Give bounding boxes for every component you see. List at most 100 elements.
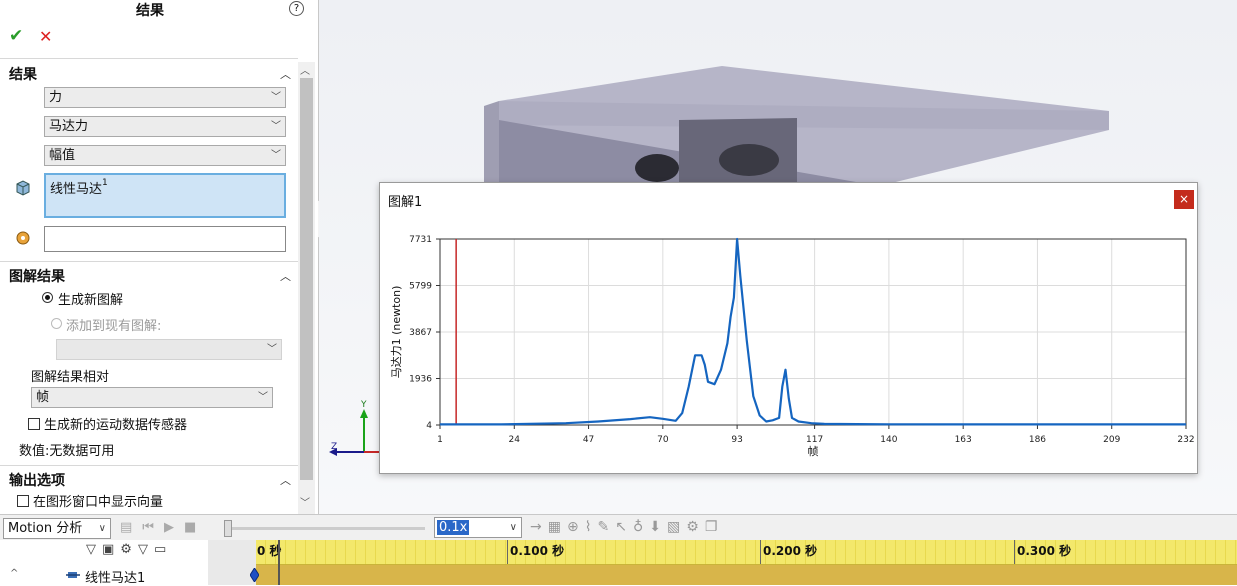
filter-icon[interactable]: ▽ xyxy=(86,542,102,557)
timeline-gutter xyxy=(208,540,256,585)
y-axis-label: 马达力1 (newton) xyxy=(390,286,403,379)
close-button[interactable]: × xyxy=(1174,190,1194,209)
autofit-icon[interactable]: ▭ xyxy=(154,542,172,557)
plot-relative-select[interactable]: 帧 ﹀ xyxy=(31,387,273,408)
expand-toggle[interactable]: ^ xyxy=(10,568,18,579)
tree-item-label[interactable]: 线性马达1 xyxy=(85,567,145,586)
component-select[interactable]: 幅值 ﹀ xyxy=(44,145,286,166)
collapse-chevron-icon[interactable]: ︿ xyxy=(280,66,291,82)
key-point-icon[interactable] xyxy=(249,567,260,583)
x-tick-label: 117 xyxy=(806,435,823,445)
study-type-value: Motion 分析 xyxy=(8,521,83,536)
timeline-area: ▽▣⚙▽▭ ^ 线性马达1 0 秒 0.100 秒 0.200 秒 0.300 … xyxy=(0,540,1237,586)
chevron-down-icon: ∨ xyxy=(98,523,106,534)
calculate-icon[interactable]: ▤ xyxy=(120,520,142,535)
x-tick-label: 93 xyxy=(731,435,742,445)
contact-icon[interactable]: ♁ xyxy=(633,519,649,535)
triad-y-label: Y xyxy=(360,400,367,410)
ok-button[interactable]: ✔ xyxy=(9,26,23,46)
radio-new-plot[interactable] xyxy=(42,292,53,303)
gravity-icon[interactable]: ⬇ xyxy=(649,519,667,535)
damper-icon[interactable]: ✎ xyxy=(598,519,616,535)
study-type-select[interactable]: Motion 分析 ∨ xyxy=(3,518,111,539)
selected-entity-item[interactable]: 线性马达 xyxy=(50,182,102,197)
panel-title: 结果 xyxy=(136,3,164,19)
playback-controls[interactable]: ▤⏮▶■ xyxy=(120,520,206,535)
plot-window[interactable]: 图解1 × 1 24 47 70 93 117 140 163 186 209 232 4 1936 38… xyxy=(379,182,1198,474)
x-tick-label: 209 xyxy=(1103,435,1120,445)
chevron-down-icon: ﹀ xyxy=(271,92,281,103)
selected-entity-listbox[interactable]: 线性马达1 xyxy=(44,173,286,218)
force-icon[interactable]: ↖ xyxy=(615,519,633,535)
save-animation-icon[interactable]: ▦ xyxy=(548,519,567,535)
model-hinge xyxy=(635,154,679,182)
selected-entity-suffix: 1 xyxy=(102,178,108,188)
chevron-down-icon: ﹀ xyxy=(271,150,281,161)
stop-icon[interactable]: ■ xyxy=(184,520,206,535)
filter-selected-icon[interactable]: ▽ xyxy=(138,542,154,557)
timeline-ruler[interactable]: 0 秒 0.100 秒 0.200 秒 0.300 秒 xyxy=(256,540,1237,565)
collapse-chevron-icon[interactable]: ︿ xyxy=(280,268,291,284)
motor-icon[interactable]: ⊕ xyxy=(567,519,585,535)
existing-plot-select: ﹀ xyxy=(56,339,282,360)
sensor-checkbox-label: 生成新的运动数据传感器 xyxy=(44,418,188,433)
scrollbar-thumb[interactable] xyxy=(300,78,313,480)
time-label-1: 0.100 秒 xyxy=(510,544,565,558)
y-tick-label: 5799 xyxy=(409,282,432,292)
subcategory-select[interactable]: 马达力 ﹀ xyxy=(44,116,286,137)
vector-display-checkbox[interactable] xyxy=(17,495,29,507)
category-select-value: 力 xyxy=(49,90,63,105)
filter-animated-icon[interactable]: ▣ xyxy=(102,542,120,557)
x-tick-label: 1 xyxy=(437,435,443,445)
chevron-down-icon: ∨ xyxy=(509,522,517,533)
value-status-text: 数值:无数据可用 xyxy=(19,444,115,459)
timeline-motor-bar[interactable] xyxy=(256,565,1237,585)
settings-gear-icon[interactable]: ⚙ xyxy=(686,519,705,535)
chevron-down-icon: ﹀ xyxy=(258,392,268,403)
chevron-down-icon: ﹀ xyxy=(271,121,281,132)
divider xyxy=(0,261,298,262)
reference-field[interactable] xyxy=(44,226,286,252)
time-cursor[interactable] xyxy=(278,540,280,585)
help-icon[interactable]: ? xyxy=(289,1,304,16)
x-tick-label: 140 xyxy=(880,435,897,445)
playback-slider-thumb[interactable] xyxy=(224,520,232,537)
model-link xyxy=(719,144,779,176)
plot-section-header: 图解结果 xyxy=(9,269,65,285)
play-icon[interactable]: ▶ xyxy=(164,520,184,535)
ruler-major-tick xyxy=(1014,540,1015,564)
scroll-down-icon[interactable]: ﹀ xyxy=(300,494,310,509)
time-label-3: 0.300 秒 xyxy=(1017,544,1072,558)
y-tick-label: 3867 xyxy=(409,328,432,338)
collapse-chevron-icon[interactable]: ︿ xyxy=(280,472,291,488)
y-tick-label: 7731 xyxy=(409,235,432,245)
scroll-up-icon[interactable]: ︿ xyxy=(300,62,310,77)
category-select[interactable]: 力 ﹀ xyxy=(44,87,286,108)
cancel-button[interactable]: ✕ xyxy=(39,27,52,46)
filter-driving-icon[interactable]: ⚙ xyxy=(120,542,138,557)
time-label-2: 0.200 秒 xyxy=(763,544,818,558)
sensor-checkbox[interactable] xyxy=(28,418,40,430)
results-plot-icon[interactable]: ▧ xyxy=(667,519,686,535)
timeline-tree: ▽▣⚙▽▭ ^ 线性马达1 xyxy=(0,540,209,586)
playback-slider-track[interactable] xyxy=(225,527,425,530)
chevron-down-icon: ﹀ xyxy=(267,344,277,355)
x-axis-label: 帧 xyxy=(808,444,819,458)
radio-add-existing[interactable] xyxy=(51,318,62,329)
motor-force-chart[interactable]: 1 24 47 70 93 117 140 163 186 209 232 4 1936 3867 5799… xyxy=(380,215,1195,471)
plot-window-title: 图解1 xyxy=(388,195,423,210)
spring-icon[interactable]: ⌇ xyxy=(585,519,598,535)
component-selection-icon xyxy=(14,179,32,201)
playback-speed-select[interactable]: 0.1x ∨ xyxy=(434,517,522,538)
x-tick-label: 232 xyxy=(1177,435,1194,445)
plot-relative-label: 图解结果相对 xyxy=(31,370,110,385)
play-from-start-icon[interactable]: ⏮ xyxy=(142,520,164,535)
plot-relative-select-value: 帧 xyxy=(36,390,50,405)
arrow-right-icon[interactable]: → xyxy=(530,519,548,535)
ruler-major-tick xyxy=(507,540,508,564)
tree-filter-icons[interactable]: ▽▣⚙▽▭ xyxy=(86,542,172,557)
output-section-header: 输出选项 xyxy=(9,473,65,489)
subcategory-select-value: 马达力 xyxy=(49,119,89,134)
motion-tool-icons[interactable]: →▦⊕⌇✎↖♁⬇▧⚙❐ xyxy=(530,519,723,535)
study-properties-icon[interactable]: ❐ xyxy=(705,519,724,535)
